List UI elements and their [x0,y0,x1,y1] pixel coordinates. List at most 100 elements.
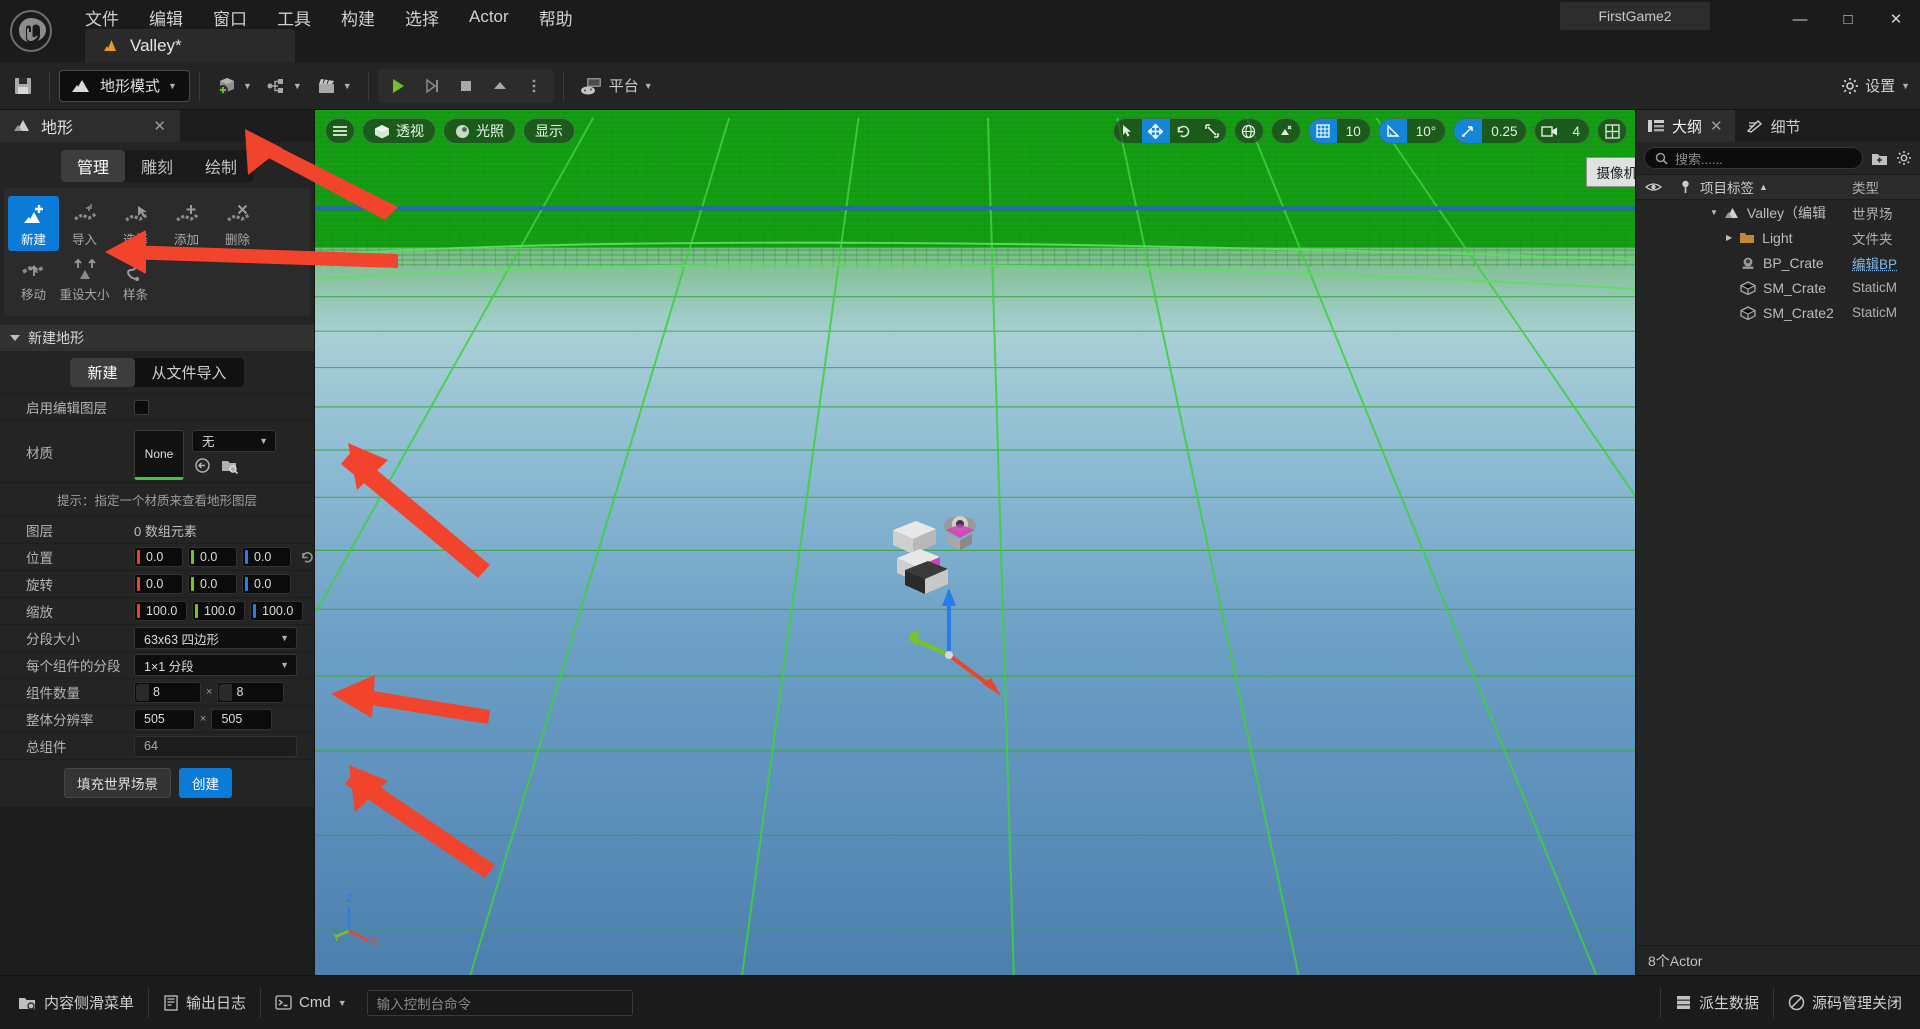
material-thumbnail[interactable]: None [134,429,184,480]
select-tool-button[interactable] [1114,119,1142,143]
search-input[interactable]: 搜索...... [1644,147,1863,169]
close-icon[interactable]: ✕ [153,117,166,135]
level-viewport[interactable]: Z Y X 透视 光照 显示 10 10° 0.25 4 摄像机 [315,110,1635,975]
settings-button[interactable]: 设置 ▼ [1841,75,1910,96]
blueprints-button[interactable]: ▼ [259,69,309,103]
mode-selector-button[interactable]: 地形模式 ▼ [59,69,190,102]
angle-snap-toggle[interactable] [1378,119,1407,143]
scale-snap-value[interactable]: 0.25 [1482,119,1526,143]
menu-build[interactable]: 构建 [326,1,390,34]
rotation-y-input[interactable]: 0.0 [188,574,237,594]
tool-select[interactable]: 选择 [110,196,161,251]
pin-column-icon[interactable] [1670,180,1700,194]
toggle-new[interactable]: 新建 [70,358,135,387]
segment-paint[interactable]: 绘制 [189,150,253,182]
table-row[interactable]: ▼ Valley（编辑 世界场 [1636,200,1920,225]
platforms-button[interactable]: 平台 ▼ [573,69,660,103]
move-tool-button[interactable] [1141,119,1170,143]
browse-asset-icon[interactable] [221,457,238,474]
eject-button[interactable] [483,69,517,103]
new-landscape-section-header[interactable]: 新建地形 [0,325,314,351]
component-count-x-input[interactable]: 8 [134,681,201,703]
cinematics-button[interactable]: ▼ [309,69,359,103]
transform-gizmo[interactable] [909,560,1039,710]
section-size-dropdown[interactable]: 63x63 四边形 ▼ [134,627,297,649]
rotation-z-input[interactable]: 0.0 [242,574,291,594]
add-folder-icon[interactable] [1871,151,1888,166]
row-type[interactable]: 编辑BP [1852,253,1920,273]
create-button[interactable]: 创建 [179,768,232,798]
scale-y-input[interactable]: 100.0 [192,601,245,621]
location-x-input[interactable]: 0.0 [134,547,183,567]
close-button[interactable]: ✕ [1872,0,1920,38]
rotate-tool-button[interactable] [1170,119,1198,143]
tab-details[interactable]: 细节 [1735,110,1813,142]
reset-location-icon[interactable] [300,550,315,565]
use-selected-asset-icon[interactable] [194,457,211,474]
rotation-x-input[interactable]: 0.0 [134,574,183,594]
tab-landscape[interactable]: 地形 ✕ [0,110,180,142]
viewport-lit-button[interactable]: 光照 [443,118,516,144]
scale-z-input[interactable]: 100.0 [250,601,303,621]
skip-button[interactable] [415,69,449,103]
fill-world-button[interactable]: 填充世界场景 [64,768,171,798]
tab-outliner[interactable]: 大纲 ✕ [1636,110,1735,142]
console-command-input[interactable]: 输入控制台命令 [366,989,633,1016]
scale-snap-toggle[interactable] [1454,119,1483,143]
scale-tool-button[interactable] [1198,119,1226,143]
tool-new[interactable]: 新建 [8,196,59,251]
cmd-button[interactable]: Cmd ▼ [261,976,361,1029]
scale-x-input[interactable]: 100.0 [134,601,187,621]
document-tab-valley[interactable]: Valley* [85,29,295,62]
tool-move[interactable]: 移动 [8,251,59,306]
grid-snap-value[interactable]: 10 [1337,119,1370,143]
outliner-settings-icon[interactable] [1896,150,1912,166]
surface-snap-button[interactable] [1270,118,1301,144]
menu-help[interactable]: 帮助 [524,1,588,34]
save-button[interactable] [6,69,40,103]
toggle-import-from-file[interactable]: 从文件导入 [135,358,244,387]
resolution-y-input[interactable]: 505 [211,708,273,730]
source-control-button[interactable]: 源码管理关闭 [1774,976,1916,1029]
location-y-input[interactable]: 0.0 [188,547,237,567]
table-row[interactable]: SM_Crate StaticM [1636,275,1920,300]
stop-button[interactable] [449,69,483,103]
table-row[interactable]: SM_Crate2 StaticM [1636,300,1920,325]
viewport-show-button[interactable]: 显示 [523,118,575,144]
name-column-header[interactable]: 项目标签 ▲ [1700,177,1852,197]
tool-add[interactable]: 添加 [161,196,212,251]
enable-edit-layers-checkbox[interactable] [134,399,149,415]
angle-snap-value[interactable]: 10° [1407,119,1445,143]
resolution-x-input[interactable]: 505 [134,708,195,730]
tool-resize[interactable]: 重设大小 [59,251,110,306]
component-count-y-input[interactable]: 8 [217,681,285,703]
table-row[interactable]: BP_Crate 编辑BP [1636,250,1920,275]
sections-per-component-dropdown[interactable]: 1×1 分段 ▼ [134,654,297,676]
tool-spline[interactable]: 样条 [110,251,161,306]
play-options-button[interactable] [517,69,551,103]
visibility-column-icon[interactable] [1636,181,1670,193]
add-actor-button[interactable]: ▼ [209,69,259,103]
camera-speed-value[interactable]: 4 [1563,119,1589,143]
close-icon[interactable]: ✕ [1710,117,1723,135]
tool-delete[interactable]: 删除 [212,196,263,251]
maximize-button[interactable]: □ [1824,0,1872,38]
viewport-layout-button[interactable] [1597,118,1627,144]
grid-snap-toggle[interactable] [1308,119,1337,143]
coordinate-space-button[interactable] [1233,118,1264,144]
expand-collapse-icon[interactable]: ▼ [1710,208,1718,217]
segment-manage[interactable]: 管理 [60,150,125,182]
tool-import[interactable]: 导入 [59,196,110,251]
segment-sculpt[interactable]: 雕刻 [125,150,189,182]
menu-select[interactable]: 选择 [390,1,454,34]
table-row[interactable]: ▶ Light 文件夹 [1636,225,1920,250]
menu-actor[interactable]: Actor [454,3,524,31]
material-dropdown[interactable]: 无 ▼ [192,429,276,452]
expand-collapse-icon[interactable]: ▶ [1726,233,1732,242]
derived-data-button[interactable]: 派生数据 [1661,976,1773,1029]
play-button[interactable] [381,69,415,103]
output-log-button[interactable]: 输出日志 [149,976,260,1029]
content-drawer-button[interactable]: 内容侧滑菜单 [4,976,148,1029]
viewport-perspective-button[interactable]: 透视 [362,118,436,144]
location-z-input[interactable]: 0.0 [242,547,291,567]
